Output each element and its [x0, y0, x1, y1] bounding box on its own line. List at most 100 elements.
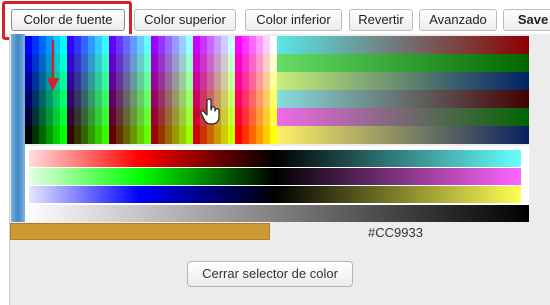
palette-cell[interactable]: [263, 54, 270, 72]
palette-cell[interactable]: [172, 54, 179, 72]
palette-cell[interactable]: [53, 108, 60, 126]
palette-cell[interactable]: [228, 90, 235, 108]
palette-cell[interactable]: [193, 36, 200, 54]
palette-cell[interactable]: [95, 36, 102, 54]
palette-cell[interactable]: [25, 36, 32, 54]
cyan-gradient[interactable]: [275, 150, 521, 167]
palette-cell[interactable]: [172, 126, 179, 144]
hue-band[interactable]: [277, 90, 529, 108]
palette-cell[interactable]: [179, 126, 186, 144]
palette-cell[interactable]: [95, 72, 102, 90]
palette-cell[interactable]: [39, 72, 46, 90]
palette-cell[interactable]: [109, 126, 116, 144]
palette-cell[interactable]: [25, 90, 32, 108]
hue-band[interactable]: [277, 36, 529, 54]
palette-cell[interactable]: [256, 36, 263, 54]
palette-cell[interactable]: [179, 90, 186, 108]
palette-cell[interactable]: [249, 54, 256, 72]
palette-cell[interactable]: [137, 90, 144, 108]
close-picker-button[interactable]: Cerrar selector de color: [187, 261, 353, 287]
palette-cell[interactable]: [53, 126, 60, 144]
palette-cell[interactable]: [179, 54, 186, 72]
palette-cell[interactable]: [95, 54, 102, 72]
palette-cell[interactable]: [242, 108, 249, 126]
palette-cell[interactable]: [74, 36, 81, 54]
palette-cell[interactable]: [102, 126, 109, 144]
palette-cell[interactable]: [242, 126, 249, 144]
palette-cell[interactable]: [228, 108, 235, 126]
palette-cell[interactable]: [46, 126, 53, 144]
palette-cell[interactable]: [130, 72, 137, 90]
palette-cell[interactable]: [179, 72, 186, 90]
palette-cell[interactable]: [144, 54, 151, 72]
palette-cell[interactable]: [81, 108, 88, 126]
palette-cell[interactable]: [151, 126, 158, 144]
palette-cell[interactable]: [193, 126, 200, 144]
palette-cell[interactable]: [123, 108, 130, 126]
palette-cell[interactable]: [39, 126, 46, 144]
palette-cell[interactable]: [242, 72, 249, 90]
bottom-color-button[interactable]: Color inferior: [245, 9, 342, 31]
palette-cell[interactable]: [256, 126, 263, 144]
palette-cell[interactable]: [102, 90, 109, 108]
palette-cell[interactable]: [144, 36, 151, 54]
palette-cell[interactable]: [137, 54, 144, 72]
palette-cell[interactable]: [74, 108, 81, 126]
palette-cell[interactable]: [270, 108, 277, 126]
palette-cell[interactable]: [32, 36, 39, 54]
palette-cell[interactable]: [74, 90, 81, 108]
palette-cell[interactable]: [32, 126, 39, 144]
palette-cell[interactable]: [81, 126, 88, 144]
palette-cell[interactable]: [116, 108, 123, 126]
palette-cell[interactable]: [88, 108, 95, 126]
palette-cell[interactable]: [172, 72, 179, 90]
palette-cell[interactable]: [67, 54, 74, 72]
palette-cell[interactable]: [158, 36, 165, 54]
palette-cell[interactable]: [25, 72, 32, 90]
palette-cell[interactable]: [109, 36, 116, 54]
palette-cell[interactable]: [60, 126, 67, 144]
palette-cell[interactable]: [151, 108, 158, 126]
palette-cell[interactable]: [256, 108, 263, 126]
color-palette[interactable]: [25, 36, 529, 222]
palette-cell[interactable]: [235, 36, 242, 54]
grayscale-bar[interactable]: [25, 205, 529, 222]
palette-cell[interactable]: [165, 72, 172, 90]
palette-cell[interactable]: [60, 72, 67, 90]
palette-cell[interactable]: [102, 36, 109, 54]
palette-cell[interactable]: [95, 126, 102, 144]
palette-cell[interactable]: [88, 126, 95, 144]
palette-cell[interactable]: [53, 90, 60, 108]
palette-cell[interactable]: [158, 72, 165, 90]
palette-cell[interactable]: [88, 90, 95, 108]
palette-cell[interactable]: [116, 72, 123, 90]
palette-cell[interactable]: [249, 108, 256, 126]
palette-cell[interactable]: [25, 126, 32, 144]
palette-cell[interactable]: [228, 54, 235, 72]
palette-cell[interactable]: [242, 36, 249, 54]
palette-cell[interactable]: [67, 126, 74, 144]
palette-cell[interactable]: [74, 72, 81, 90]
palette-cell[interactable]: [221, 126, 228, 144]
palette-cell[interactable]: [158, 108, 165, 126]
hue-band[interactable]: [277, 54, 529, 72]
palette-cell[interactable]: [158, 54, 165, 72]
palette-cell[interactable]: [74, 126, 81, 144]
palette-cell[interactable]: [235, 72, 242, 90]
palette-cell[interactable]: [172, 90, 179, 108]
palette-cell[interactable]: [39, 54, 46, 72]
palette-cell[interactable]: [39, 108, 46, 126]
palette-cell[interactable]: [249, 126, 256, 144]
palette-cell[interactable]: [186, 126, 193, 144]
palette-cell[interactable]: [137, 108, 144, 126]
revert-button[interactable]: Revertir: [349, 9, 413, 31]
palette-cell[interactable]: [207, 126, 214, 144]
palette-cell[interactable]: [186, 54, 193, 72]
palette-cell[interactable]: [235, 126, 242, 144]
hue-band[interactable]: [277, 126, 529, 144]
hue-band[interactable]: [277, 72, 529, 90]
palette-cell[interactable]: [74, 54, 81, 72]
palette-cell[interactable]: [46, 90, 53, 108]
palette-cell[interactable]: [32, 72, 39, 90]
palette-cell[interactable]: [116, 90, 123, 108]
